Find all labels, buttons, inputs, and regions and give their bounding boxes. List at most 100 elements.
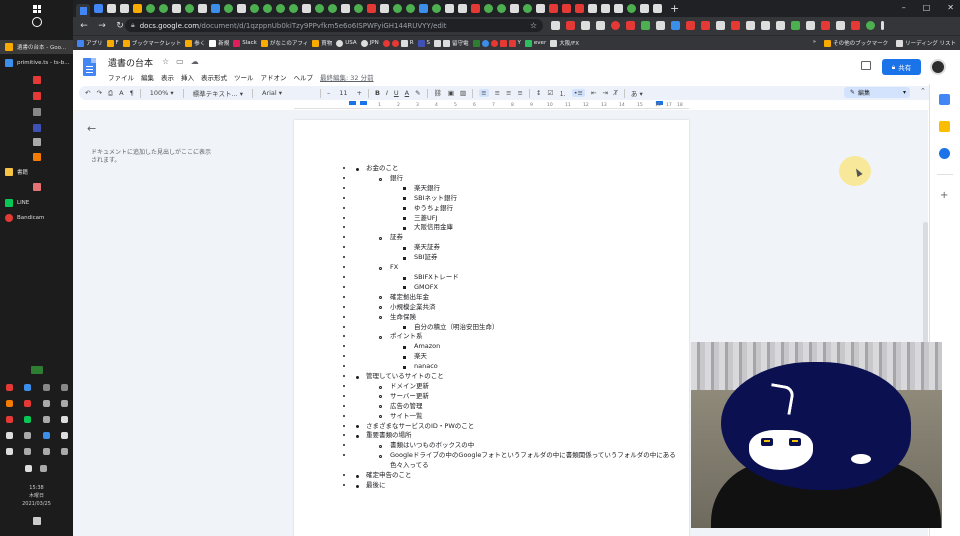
extension-icon[interactable] [641,21,650,30]
font-size-decrease-icon[interactable]: – [327,89,330,97]
extension-icon[interactable] [671,21,680,30]
style-select[interactable]: 標準テキスト... ▾ [190,88,246,98]
new-tab-icon[interactable]: + [670,2,679,15]
tab-favicon-icon[interactable] [120,4,129,13]
bulleted-list-icon[interactable]: •≡ [571,89,585,97]
reload-icon[interactable]: ↻ [115,21,125,31]
menu-view[interactable]: 表示 [161,72,174,82]
indent-marker[interactable] [349,101,356,105]
bookmark-item[interactable]: S [417,39,430,47]
extension-icon[interactable] [581,21,590,30]
extension-icon[interactable] [776,21,785,30]
list-item-level-1[interactable]: お金のこと [354,164,684,174]
tab-favicon-icon[interactable] [276,4,285,13]
extension-icon[interactable] [566,21,575,30]
address-bar[interactable]: 🔒︎ docs.google.com/document/d/1qzppnUb0k… [125,19,543,32]
list-item-level-2[interactable]: 確定拠出年金 [354,293,684,303]
ruler[interactable]: 1 2 3 4 5 6 7 8 9 10 11 12 13 14 15 16 1… [294,101,689,109]
underline-icon[interactable]: U [394,89,399,97]
list-item-level-3[interactable]: SBI証券 [354,253,684,263]
list-item-level-1[interactable]: 管理しているサイトのこと [354,372,684,382]
active-tab[interactable] [76,4,90,17]
text-color-icon[interactable]: A [405,89,409,97]
minimize-icon[interactable]: – [902,3,906,12]
extension-icon[interactable] [731,21,740,30]
paint-format-icon[interactable]: ¶ [130,89,134,97]
list-item-level-2[interactable]: サーバー更新 [354,392,684,402]
highlight-icon[interactable]: ✎ [415,89,420,97]
spellcheck-icon[interactable]: A [119,89,123,97]
extension-icon[interactable] [686,21,695,30]
tab-favicon-icon[interactable] [341,4,350,13]
extension-icon[interactable] [701,21,710,30]
extension-icon[interactable] [761,21,770,30]
list-item-level-3[interactable]: 楽天証券 [354,243,684,253]
extension-icon[interactable] [746,21,755,30]
tab-favicon-icon[interactable] [302,4,311,13]
cloud-status-icon[interactable]: ☁ [191,57,199,66]
maximize-icon[interactable]: □ [923,3,931,12]
bookmark-item[interactable]: 留守電 [434,39,469,47]
tab-favicon-icon[interactable] [445,4,454,13]
bookmark-item[interactable]: JPN [360,39,379,47]
tab-favicon-icon[interactable] [640,4,649,13]
calendar-icon[interactable] [939,94,950,105]
comment-history-icon[interactable] [861,61,871,70]
tab-favicon-icon[interactable] [432,4,441,13]
pinned-app-icon[interactable] [33,76,41,84]
forward-icon[interactable]: → [97,21,107,31]
extension-icon[interactable] [806,21,815,30]
list-item-level-2[interactable]: 書類はいつものボックスの中 [354,441,684,451]
outline-back-icon[interactable]: ← [87,122,96,135]
list-item-level-3[interactable]: ゆうちょ銀行 [354,204,684,214]
tab-favicon-icon[interactable] [523,4,532,13]
windows-start-icon[interactable] [33,5,41,13]
tab-favicon-icon[interactable] [549,4,558,13]
back-icon[interactable]: ← [79,21,89,31]
image-icon[interactable]: ▨ [460,89,466,97]
chevron-up-icon[interactable]: ⌃ [920,87,926,95]
tab-favicon-icon[interactable] [406,4,415,13]
pinned-app-icon[interactable] [33,124,41,132]
tab-favicon-icon[interactable] [133,4,142,13]
profile-icon[interactable] [866,21,875,30]
input-tools-icon[interactable]: あ ▾ [631,88,643,98]
move-folder-icon[interactable]: ▭ [176,57,184,66]
zoom-select[interactable]: 100% ▾ [147,89,177,97]
link-icon[interactable]: ⛓ [434,89,442,97]
bookmark-item[interactable]: USA [336,39,357,47]
list-item-level-2[interactable]: 小規模企業共済 [354,303,684,313]
list-item-level-2[interactable]: FX [354,263,684,273]
bookmark-item[interactable]: 買物 [312,39,332,47]
bookmark-item[interactable]: ever [524,39,546,47]
ime-indicator-icon[interactable] [31,366,43,374]
list-item-level-3[interactable]: 自分の積立（明治安田生命） [354,323,684,333]
tab-favicon-icon[interactable] [601,4,610,13]
close-icon[interactable]: ✕ [947,3,954,12]
list-item-level-3[interactable]: 楽天銀行 [354,184,684,194]
extension-icon[interactable] [611,21,620,30]
tab-favicon-icon[interactable] [211,4,220,13]
tab-favicon-icon[interactable] [562,4,571,13]
increase-indent-icon[interactable]: ⇥ [602,89,607,97]
tab-favicon-icon[interactable] [328,4,337,13]
italic-icon[interactable]: I [386,89,388,97]
list-item-level-3[interactable]: 大阪信用金庫 [354,223,684,233]
list-item-level-1[interactable]: 確定申告のこと [354,471,684,481]
tab-favicon-icon[interactable] [224,4,233,13]
align-justify-icon[interactable]: ≡ [517,89,522,97]
list-item-level-3[interactable]: 三菱UFJ [354,214,684,224]
tab-favicon-icon[interactable] [159,4,168,13]
undo-icon[interactable]: ↶ [85,89,90,97]
tab-favicon-icon[interactable] [393,4,402,13]
tab-favicon-icon[interactable] [354,4,363,13]
extension-icon[interactable] [716,21,725,30]
menu-file[interactable]: ファイル [108,72,134,82]
menu-format[interactable]: 表示形式 [201,72,227,82]
extension-icon[interactable] [851,21,860,30]
search-icon[interactable] [32,17,42,27]
numbered-list-icon[interactable]: ⒈ [559,88,566,98]
tab-favicon-icon[interactable] [198,4,207,13]
clear-format-icon[interactable]: T̸ [614,89,618,97]
bookmark-star-icon[interactable]: ☆ [530,21,537,30]
